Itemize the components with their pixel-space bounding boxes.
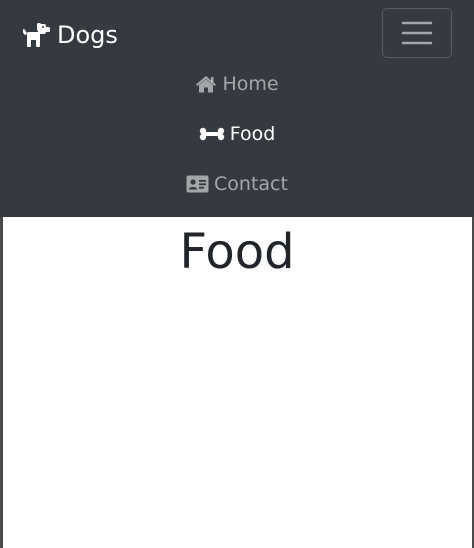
dog-icon xyxy=(23,23,50,47)
nav-link-home[interactable]: Home xyxy=(195,73,279,95)
brand-label: Dogs xyxy=(57,21,118,49)
bone-icon xyxy=(199,127,224,141)
hamburger-icon xyxy=(401,21,433,45)
nav-menu: Home Food Contact xyxy=(0,59,474,209)
navbar-brand[interactable]: Dogs xyxy=(23,18,118,52)
nav-link-contact-label: Contact xyxy=(214,173,288,195)
id-card-icon xyxy=(186,175,209,193)
nav-item-contact: Contact xyxy=(0,159,474,209)
nav-link-food-label: Food xyxy=(229,123,276,145)
nav-item-home: Home xyxy=(0,59,474,109)
home-icon xyxy=(196,76,217,93)
page-title: Food xyxy=(179,224,295,280)
nav-link-home-label: Home xyxy=(222,73,279,95)
navbar-toggler-button[interactable] xyxy=(382,8,452,58)
nav-link-contact[interactable]: Contact xyxy=(186,173,288,195)
navbar: Dogs Home Food Contact xyxy=(0,0,474,217)
nav-link-food[interactable]: Food xyxy=(199,123,276,145)
main-content: Food xyxy=(0,217,474,281)
nav-item-food: Food xyxy=(0,109,474,159)
